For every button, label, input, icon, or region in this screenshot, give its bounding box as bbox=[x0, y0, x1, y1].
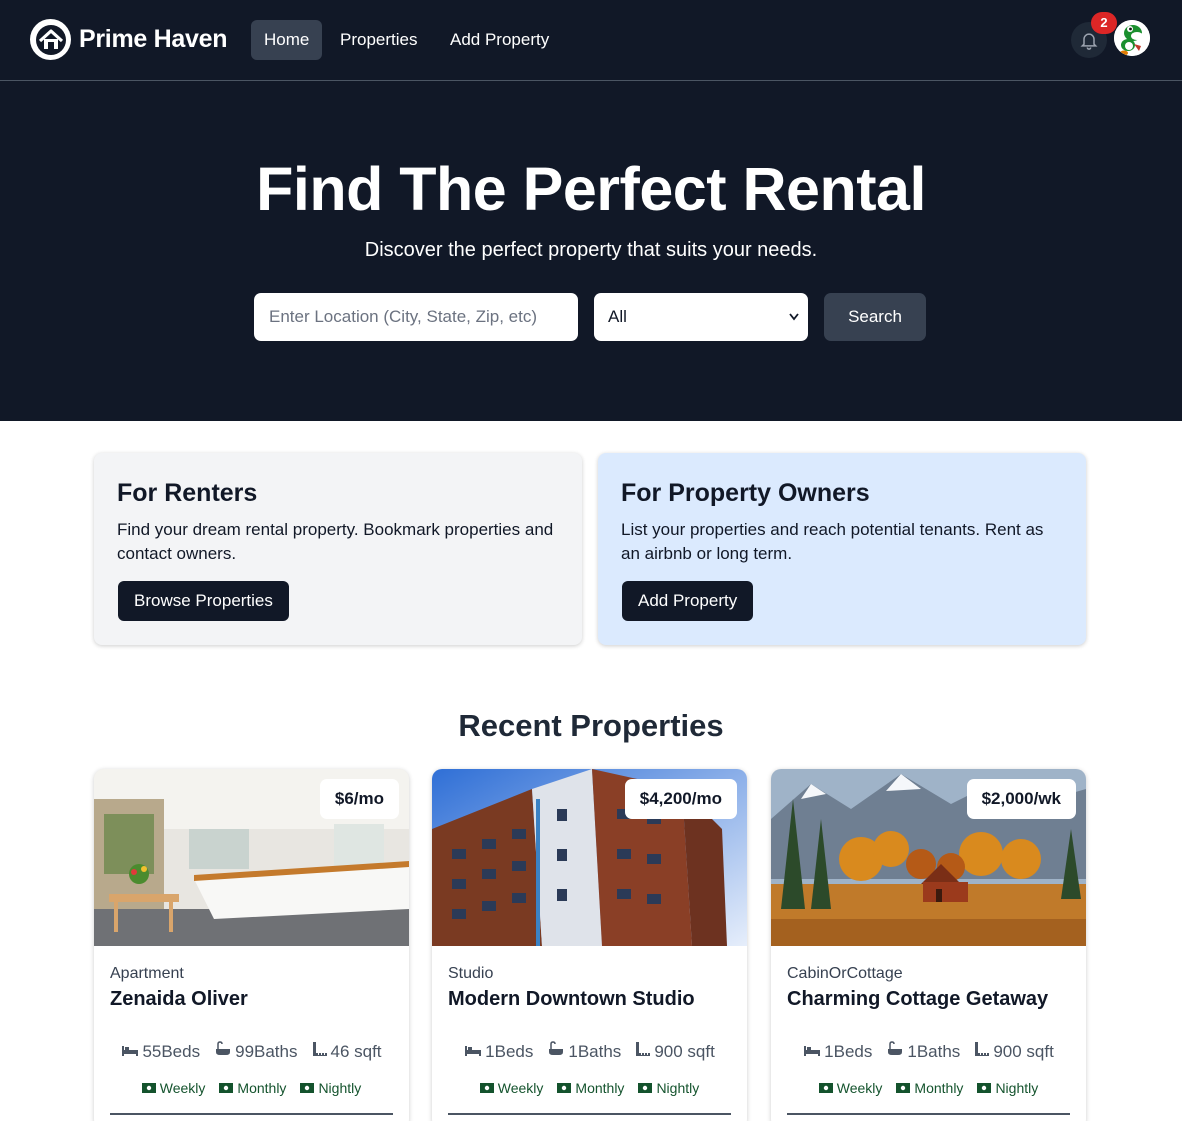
rate-types: Weekly Monthly Nightly bbox=[771, 1080, 1086, 1096]
card-divider bbox=[787, 1113, 1070, 1115]
avatar[interactable] bbox=[1114, 20, 1150, 56]
baths-count: 99Baths bbox=[235, 1041, 298, 1061]
bed-icon bbox=[803, 1042, 821, 1062]
hero-subtitle: Discover the perfect property that suits… bbox=[364, 239, 818, 261]
add-property-button[interactable]: Add Property bbox=[622, 581, 754, 621]
rate-nightly: Nightly bbox=[656, 1080, 700, 1096]
browse-properties-button[interactable]: Browse Properties bbox=[118, 581, 289, 621]
property-specs: 1Beds 1Baths 900 sqft bbox=[432, 1041, 747, 1062]
owners-card-text: List your properties and reach potential… bbox=[621, 520, 1044, 563]
sqft-value: 900 sqft bbox=[993, 1041, 1054, 1061]
property-card[interactable]: $2,000/wk CabinOrCottage Charming Cottag… bbox=[771, 769, 1086, 1121]
money-icon bbox=[300, 1080, 315, 1096]
money-icon bbox=[638, 1080, 653, 1096]
rate-nightly: Nightly bbox=[995, 1080, 1039, 1096]
rate-weekly: Weekly bbox=[159, 1080, 206, 1096]
price-tag: $2,000/wk bbox=[966, 779, 1076, 819]
renters-card-text: Find your dream rental property. Bookmar… bbox=[117, 520, 554, 563]
rate-types: Weekly Monthly Nightly bbox=[94, 1080, 409, 1096]
property-card[interactable]: $4,200/mo Studio Modern Downtown Studio … bbox=[432, 769, 747, 1121]
notification-count-badge: 2 bbox=[1091, 12, 1117, 34]
bath-icon bbox=[214, 1041, 232, 1062]
rate-monthly: Monthly bbox=[237, 1080, 287, 1096]
top-navbar: Prime Haven Home Properties Add Property… bbox=[0, 0, 1182, 81]
nav-add-property-link[interactable]: Add Property bbox=[437, 20, 562, 60]
baths-count: 1Baths bbox=[568, 1041, 622, 1061]
ruler-icon bbox=[635, 1041, 651, 1062]
sqft-value: 900 sqft bbox=[654, 1041, 715, 1061]
property-type-select[interactable]: All bbox=[594, 293, 808, 341]
property-card[interactable]: $6/mo Apartment Zenaida Oliver 55Beds 99… bbox=[94, 769, 409, 1121]
money-icon bbox=[141, 1080, 156, 1096]
owners-card: For Property Owners List your properties… bbox=[598, 453, 1086, 645]
rate-weekly: Weekly bbox=[497, 1080, 544, 1096]
money-icon bbox=[219, 1080, 234, 1096]
sqft-value: 46 sqft bbox=[330, 1041, 382, 1061]
property-name[interactable]: Modern Downtown Studio bbox=[448, 988, 695, 1011]
money-icon bbox=[818, 1080, 833, 1096]
renters-card: For Renters Find your dream rental prope… bbox=[94, 453, 582, 645]
rate-types: Weekly Monthly Nightly bbox=[432, 1080, 747, 1096]
bath-icon bbox=[547, 1041, 565, 1062]
rate-weekly: Weekly bbox=[836, 1080, 883, 1096]
location-search-input[interactable] bbox=[254, 293, 578, 341]
money-icon bbox=[896, 1080, 911, 1096]
property-name[interactable]: Zenaida Oliver bbox=[110, 988, 248, 1011]
property-specs: 55Beds 99Baths 46 sqft bbox=[94, 1041, 409, 1062]
house-logo-icon[interactable] bbox=[30, 19, 71, 60]
rate-monthly: Monthly bbox=[575, 1080, 625, 1096]
nav-properties-link[interactable]: Properties bbox=[327, 20, 430, 60]
beds-count: 1Beds bbox=[824, 1041, 873, 1061]
brand-name[interactable]: Prime Haven bbox=[79, 25, 227, 54]
hero-section: Find The Perfect Rental Discover the per… bbox=[0, 81, 1182, 421]
money-icon bbox=[557, 1080, 572, 1096]
bed-icon bbox=[121, 1042, 139, 1062]
ruler-icon bbox=[312, 1041, 328, 1062]
rate-nightly: Nightly bbox=[318, 1080, 362, 1096]
card-divider bbox=[448, 1113, 731, 1115]
rate-monthly: Monthly bbox=[914, 1080, 964, 1096]
beds-count: 1Beds bbox=[485, 1041, 534, 1061]
recent-properties-title: Recent Properties bbox=[458, 708, 724, 743]
money-icon bbox=[977, 1080, 992, 1096]
owners-card-title: For Property Owners bbox=[621, 479, 870, 507]
property-name[interactable]: Charming Cottage Getaway bbox=[787, 988, 1048, 1011]
bed-icon bbox=[464, 1042, 482, 1062]
property-type-selected: All bbox=[608, 307, 627, 326]
search-button[interactable]: Search bbox=[824, 293, 926, 341]
property-specs: 1Beds 1Baths 900 sqft bbox=[771, 1041, 1086, 1062]
chevron-down-icon bbox=[788, 293, 800, 361]
card-divider bbox=[110, 1113, 393, 1115]
property-type: CabinOrCottage bbox=[787, 965, 903, 982]
baths-count: 1Baths bbox=[907, 1041, 961, 1061]
hero-title: Find The Perfect Rental bbox=[256, 155, 926, 223]
beds-count: 55Beds bbox=[142, 1041, 201, 1061]
nav-home-link[interactable]: Home bbox=[251, 20, 323, 60]
money-icon bbox=[479, 1080, 494, 1096]
renters-card-title: For Renters bbox=[117, 479, 258, 507]
price-tag: $4,200/mo bbox=[624, 779, 737, 819]
bath-icon bbox=[886, 1041, 904, 1062]
price-tag: $6/mo bbox=[319, 779, 399, 819]
property-type: Studio bbox=[448, 965, 494, 982]
ruler-icon bbox=[974, 1041, 990, 1062]
property-type: Apartment bbox=[110, 965, 184, 982]
